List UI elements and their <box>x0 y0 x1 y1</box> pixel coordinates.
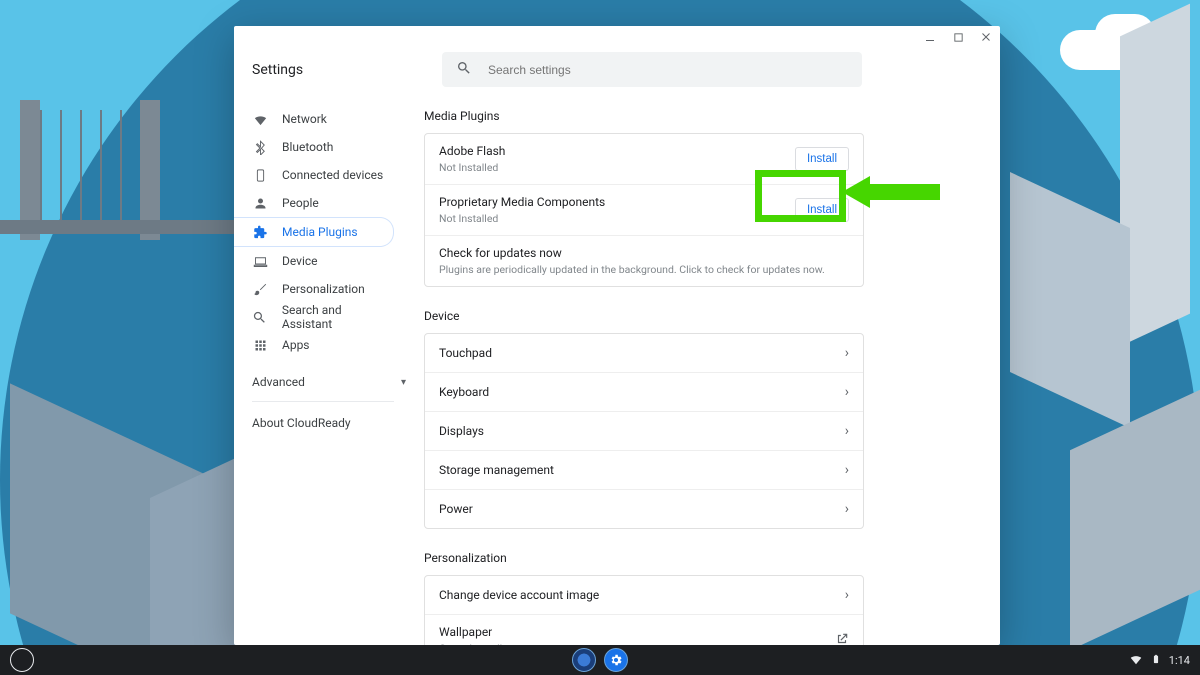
search-input[interactable] <box>486 62 848 78</box>
card-media-plugins: Adobe Flash Not Installed Install Propri… <box>424 133 864 287</box>
brush-icon <box>252 282 268 297</box>
sidebar-item-personalization[interactable]: Personalization <box>234 275 394 303</box>
window-close-button[interactable] <box>976 27 996 47</box>
row-label: Keyboard <box>439 385 489 399</box>
sidebar-item-device[interactable]: Device <box>234 247 394 275</box>
row-label: Change device account image <box>439 588 599 602</box>
row-label: Displays <box>439 424 484 438</box>
row-account-image[interactable]: Change device account image › <box>425 576 863 614</box>
sidebar-about[interactable]: About CloudReady <box>252 416 406 430</box>
sidebar-item-label: Search and Assistant <box>282 303 394 331</box>
card-personalization: Change device account image › Wallpaper … <box>424 575 864 645</box>
row-touchpad[interactable]: Touchpad › <box>425 334 863 372</box>
row-title: Wallpaper <box>439 625 549 639</box>
search-bar[interactable] <box>442 52 862 87</box>
wifi-tray-icon <box>1129 652 1143 669</box>
row-check-updates[interactable]: Check for updates now Plugins are period… <box>425 235 863 286</box>
phone-icon <box>252 168 268 183</box>
row-title: Adobe Flash <box>439 144 505 158</box>
sidebar-advanced-toggle[interactable]: Advanced ▾ <box>252 369 406 395</box>
search-icon <box>456 60 472 80</box>
row-title: Proprietary Media Components <box>439 195 605 209</box>
section-title-personalization: Personalization <box>424 551 864 565</box>
row-wallpaper[interactable]: Wallpaper Open the wallpaper app <box>425 614 863 645</box>
sidebar-item-bluetooth[interactable]: Bluetooth <box>234 133 394 161</box>
person-icon <box>252 196 268 211</box>
install-proprietary-button[interactable]: Install <box>795 198 849 222</box>
card-device: Touchpad › Keyboard › Displays › Storage… <box>424 333 864 529</box>
sidebar-item-label: Network <box>282 112 327 126</box>
row-proprietary-media: Proprietary Media Components Not Install… <box>425 184 863 235</box>
sidebar-item-label: Personalization <box>282 282 365 296</box>
settings-content: Media Plugins Adobe Flash Not Installed … <box>424 99 1000 645</box>
row-label: Touchpad <box>439 346 492 360</box>
open-external-icon <box>835 631 849 646</box>
battery-tray-icon <box>1151 652 1161 669</box>
search-icon <box>252 310 268 325</box>
window-minimize-button[interactable] <box>920 27 940 47</box>
row-storage[interactable]: Storage management › <box>425 450 863 489</box>
clock: 1:14 <box>1169 654 1190 667</box>
row-subtitle: Plugins are periodically updated in the … <box>439 263 825 276</box>
separator <box>252 401 394 402</box>
row-label: Storage management <box>439 463 554 477</box>
app-settings-icon[interactable] <box>604 648 628 672</box>
settings-window: Settings Network Bluetooth Connected dev… <box>234 26 1000 645</box>
sidebar-item-people[interactable]: People <box>234 189 394 217</box>
section-title-device: Device <box>424 309 864 323</box>
sidebar-item-label: Device <box>282 254 318 268</box>
wifi-icon <box>252 112 268 127</box>
sidebar-item-connected-devices[interactable]: Connected devices <box>234 161 394 189</box>
row-displays[interactable]: Displays › <box>425 411 863 450</box>
app-chromium-icon[interactable] <box>572 648 596 672</box>
chevron-right-icon: › <box>845 587 849 603</box>
advanced-label: Advanced <box>252 375 305 389</box>
launcher-button[interactable] <box>10 648 34 672</box>
section-title-media-plugins: Media Plugins <box>424 109 864 123</box>
apps-icon <box>252 338 268 353</box>
sidebar-item-label: People <box>282 196 319 210</box>
chevron-right-icon: › <box>845 423 849 439</box>
window-titlebar <box>234 26 1000 48</box>
extension-icon <box>252 225 268 240</box>
sidebar-item-search-assistant[interactable]: Search and Assistant <box>234 303 394 331</box>
shelf: 1:14 <box>0 645 1200 675</box>
sidebar-item-network[interactable]: Network <box>234 105 394 133</box>
chevron-right-icon: › <box>845 345 849 361</box>
row-keyboard[interactable]: Keyboard › <box>425 372 863 411</box>
row-subtitle: Not Installed <box>439 212 605 225</box>
system-tray[interactable]: 1:14 <box>1129 652 1190 669</box>
install-flash-button[interactable]: Install <box>795 147 849 171</box>
row-label: Power <box>439 502 473 516</box>
sidebar-item-apps[interactable]: Apps <box>234 331 394 359</box>
sidebar-item-label: Connected devices <box>282 168 383 182</box>
sidebar-item-label: Bluetooth <box>282 140 333 154</box>
row-subtitle: Not Installed <box>439 161 505 174</box>
chevron-right-icon: › <box>845 501 849 517</box>
window-maximize-button[interactable] <box>948 27 968 47</box>
row-title: Check for updates now <box>439 246 825 260</box>
row-power[interactable]: Power › <box>425 489 863 528</box>
sidebar-item-label: Apps <box>282 338 310 352</box>
sidebar-item-media-plugins[interactable]: Media Plugins <box>234 217 394 247</box>
sidebar: Network Bluetooth Connected devices Peop… <box>234 99 424 645</box>
chevron-right-icon: › <box>845 462 849 478</box>
row-adobe-flash: Adobe Flash Not Installed Install <box>425 134 863 184</box>
sidebar-item-label: Media Plugins <box>282 225 358 239</box>
chevron-down-icon: ▾ <box>401 377 406 388</box>
page-title: Settings <box>234 62 442 78</box>
laptop-icon <box>252 254 268 269</box>
chevron-right-icon: › <box>845 384 849 400</box>
bluetooth-icon <box>252 140 268 155</box>
